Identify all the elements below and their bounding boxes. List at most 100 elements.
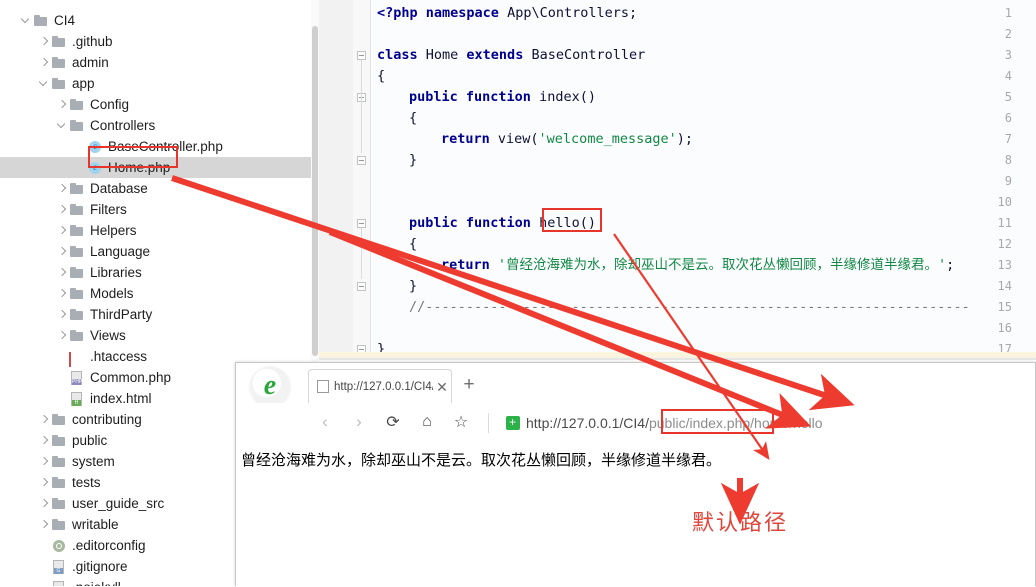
line-number: 16 <box>997 321 1012 335</box>
chevron-down-icon[interactable] <box>56 115 69 136</box>
chevron-right-icon[interactable] <box>56 283 69 304</box>
tree-item-views[interactable]: Views <box>0 325 311 346</box>
tree-item-admin[interactable]: admin <box>0 52 311 73</box>
back-button[interactable]: ‹ <box>308 403 342 441</box>
url-prefix: http://127.0.0.1/CI4/ <box>526 415 649 431</box>
folder-icon <box>51 55 67 71</box>
folder-icon <box>69 244 85 260</box>
tree-item-basecontroller-php[interactable]: BaseController.php <box>0 136 311 157</box>
tree-item-label: .github <box>72 34 113 49</box>
folder-icon <box>51 517 67 533</box>
code-token: { <box>409 236 418 252</box>
code-token: { <box>409 110 418 126</box>
chevron-right-icon[interactable] <box>38 52 51 73</box>
folder-icon <box>51 475 67 491</box>
gear-icon <box>51 538 67 554</box>
tree-scrollbar-thumb[interactable] <box>312 26 318 356</box>
code-line[interactable]: { <box>409 108 417 129</box>
code-line[interactable]: public function index() <box>409 87 596 108</box>
tree-item-label: public <box>72 433 108 448</box>
code-line[interactable]: return '曾经沧海难为水，除却巫山不是云。取次花丛懒回顾，半缘修道半缘君。… <box>441 255 954 276</box>
code-line[interactable]: } <box>409 150 417 171</box>
shield-icon <box>506 414 520 431</box>
tree-item-libraries[interactable]: Libraries <box>0 262 311 283</box>
git-file-icon <box>51 580 67 586</box>
chevron-right-icon[interactable] <box>56 262 69 283</box>
tree-item-models[interactable]: Models <box>0 283 311 304</box>
browser-tab[interactable]: http://127.0.0.1/CI4/public/ind ✕ <box>308 369 452 403</box>
chevron-right-icon[interactable] <box>56 304 69 325</box>
tree-item-label: ThirdParty <box>90 307 153 322</box>
code-token: <?php <box>377 5 426 21</box>
code-line[interactable]: { <box>377 66 385 87</box>
chevron-right-icon[interactable] <box>38 31 51 52</box>
line-number: 11 <box>997 216 1012 230</box>
tree-item-helpers[interactable]: Helpers <box>0 220 311 241</box>
page-body-text: 曾经沧海难为水，除却巫山不是云。取次花丛懒回顾，半缘修道半缘君。 <box>241 451 722 469</box>
tree-item-database[interactable]: Database <box>0 178 311 199</box>
tree-item-label: Config <box>90 97 130 112</box>
chevron-right-icon[interactable] <box>56 241 69 262</box>
tree-item-label: Filters <box>90 202 127 217</box>
tree-item-app[interactable]: app <box>0 73 311 94</box>
tree-item-label: Libraries <box>90 265 142 280</box>
code-token: ; <box>946 257 955 273</box>
code-token: BaseController <box>531 47 646 63</box>
chevron-right-icon[interactable] <box>38 493 51 514</box>
fold-toggle-icon[interactable] <box>357 51 366 60</box>
chevron-right-icon[interactable] <box>38 409 51 430</box>
reload-icon[interactable]: ⟳ <box>376 403 410 441</box>
forward-button[interactable]: › <box>342 403 376 441</box>
home-icon[interactable]: ⌂ <box>410 403 444 441</box>
favorite-star-icon[interactable]: ☆ <box>444 403 478 441</box>
code-token: return <box>441 257 498 273</box>
chevron-down-icon[interactable] <box>20 10 33 31</box>
line-number: 3 <box>1004 48 1012 62</box>
code-line[interactable]: return view('welcome_message'); <box>441 129 693 150</box>
code-editor[interactable]: 1 2 3 4 5 6 7 8 9 10 11 12 13 14 15 16 17 <?php namespace… <box>319 0 1036 356</box>
chevron-right-icon[interactable] <box>56 178 69 199</box>
code-line[interactable]: public function hello() <box>409 213 596 234</box>
code-token: return <box>441 131 498 147</box>
tree-item-label: writable <box>72 517 119 532</box>
code-line[interactable]: //--------------------------------------… <box>409 297 970 318</box>
code-line[interactable]: { <box>409 234 417 255</box>
code-token: { <box>377 68 386 84</box>
tree-item-controllers[interactable]: Controllers <box>0 115 311 136</box>
browser-window[interactable]: http://127.0.0.1/CI4/public/ind ✕ + ‹ › … <box>235 362 1036 587</box>
fold-toggle-icon[interactable] <box>357 282 366 291</box>
chevron-right-icon[interactable] <box>38 514 51 535</box>
tree-no-twisty <box>74 136 87 157</box>
php-class-icon <box>87 139 103 155</box>
chevron-right-icon[interactable] <box>56 325 69 346</box>
tree-item-github[interactable]: .github <box>0 31 311 52</box>
chevron-right-icon[interactable] <box>56 220 69 241</box>
address-bar[interactable]: http://127.0.0.1/CI4/public/index.php/ho… <box>506 411 1028 435</box>
tree-item-home-php[interactable]: Home.php <box>0 157 311 178</box>
tree-item-ci4[interactable]: CI4 <box>0 10 311 31</box>
chevron-right-icon[interactable] <box>38 430 51 451</box>
code-line[interactable]: } <box>409 276 417 297</box>
fold-toggle-icon[interactable] <box>357 156 366 165</box>
browser-page-content: 曾经沧海难为水，除却巫山不是云。取次花丛懒回顾，半缘修道半缘君。 <box>236 441 1035 587</box>
new-tab-button[interactable]: + <box>460 375 478 394</box>
chevron-right-icon[interactable] <box>38 451 51 472</box>
tree-item-label: Controllers <box>90 118 156 133</box>
code-line[interactable]: <?php namespace App\Controllers; <box>377 3 637 24</box>
fold-toggle-icon[interactable] <box>357 219 366 228</box>
code-line[interactable]: class Home extends BaseController <box>377 45 645 66</box>
tree-item-filters[interactable]: Filters <box>0 199 311 220</box>
page-icon <box>317 380 329 393</box>
chevron-right-icon[interactable] <box>56 94 69 115</box>
code-token: 'welcome_message' <box>538 131 677 147</box>
code-token: App\Controllers; <box>507 5 638 21</box>
tree-item-language[interactable]: Language <box>0 241 311 262</box>
tree-item-thirdparty[interactable]: ThirdParty <box>0 304 311 325</box>
close-icon[interactable]: ✕ <box>433 380 451 394</box>
chevron-right-icon[interactable] <box>38 472 51 493</box>
tree-item-config[interactable]: Config <box>0 94 311 115</box>
tree-item-label: admin <box>72 55 109 70</box>
tree-no-twisty <box>38 535 51 556</box>
chevron-down-icon[interactable] <box>38 73 51 94</box>
chevron-right-icon[interactable] <box>56 199 69 220</box>
